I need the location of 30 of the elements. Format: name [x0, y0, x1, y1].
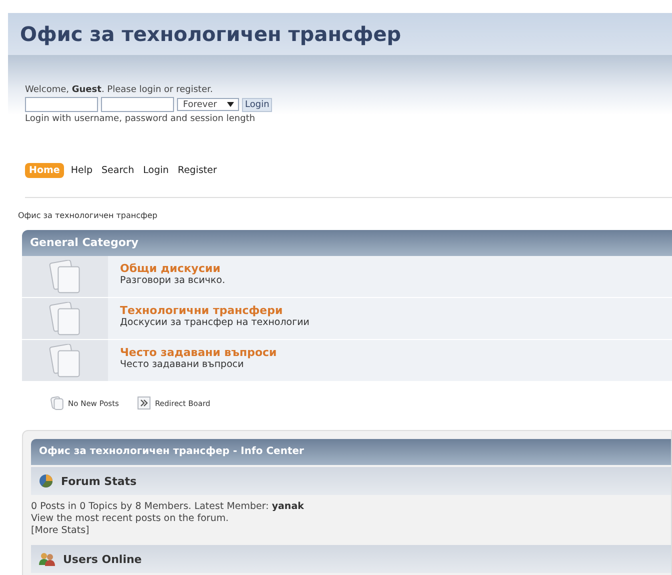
session-dropdown[interactable]: Forever: [177, 98, 239, 111]
stats-text: [More Stats]: [31, 525, 90, 537]
category-header: General Category: [22, 230, 672, 256]
section-title: Users Online: [63, 552, 142, 566]
board-description: Доскусии за трансфер на технологии: [120, 317, 310, 328]
pages-icon: [48, 344, 82, 378]
username-field[interactable]: [25, 97, 98, 112]
board-description: Разговори за всичко.: [120, 275, 226, 286]
welcome-text: Welcome, Guest. Please login or register.: [25, 85, 214, 95]
login-button[interactable]: Login: [242, 98, 272, 112]
stats-text: View the most recent posts on the forum.: [31, 513, 230, 525]
redirect-icon: [134, 396, 151, 410]
breadcrumb-link[interactable]: Офис за технологичен трансфер: [8, 198, 672, 224]
password-field[interactable]: [101, 97, 174, 112]
nav-tab[interactable]: Search: [100, 162, 136, 178]
nav-tab[interactable]: Register: [176, 162, 219, 178]
nav-tab[interactable]: Login: [141, 162, 171, 178]
section-title: Forum Stats: [61, 474, 137, 488]
login-hint: Login with username, password and session length: [25, 114, 256, 124]
stats-text: 0 Posts in 0 Topics by 8 Members. Latest Member: yanak: [31, 501, 305, 513]
pages-icon: [50, 396, 64, 410]
pages-icon: [48, 302, 82, 336]
nav-tab[interactable]: Help: [68, 162, 94, 178]
board-description: Често задавани въпроси: [120, 359, 245, 370]
info-center-header: Офис за технологичен трансфер - Info Center: [31, 439, 671, 465]
dropdown-arrow-icon: [227, 102, 234, 107]
pages-icon: [48, 260, 82, 294]
site-title: Офис за технологичен трансфер: [20, 22, 402, 46]
users-icon: [39, 552, 55, 566]
pie-chart-icon: [39, 474, 53, 488]
